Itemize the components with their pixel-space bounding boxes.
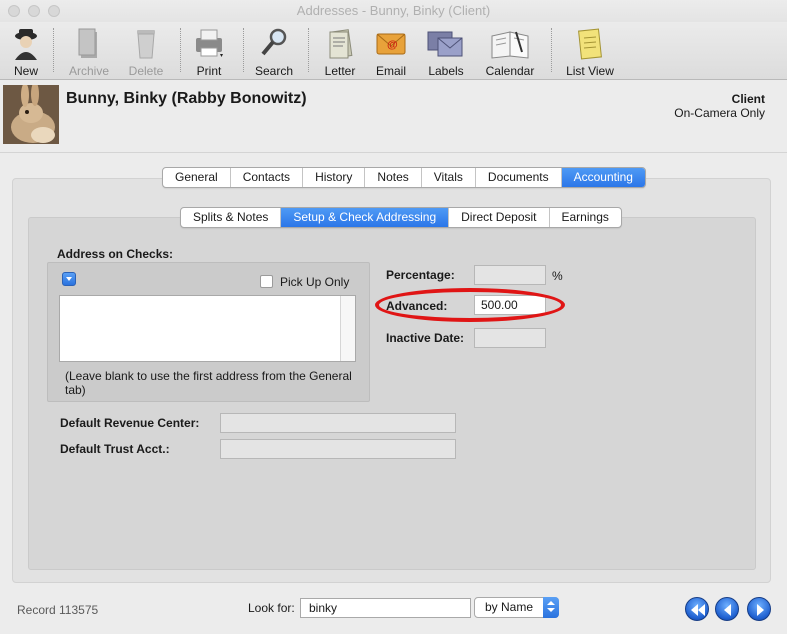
- search-by-value: by Name: [485, 600, 534, 614]
- look-for-input[interactable]: binky: [300, 598, 471, 618]
- first-record-button[interactable]: [685, 597, 709, 621]
- tab-history[interactable]: History: [303, 168, 366, 187]
- toolbar-separator: [180, 28, 181, 72]
- list-view-button[interactable]: List View: [565, 26, 615, 78]
- default-trust-acct-field[interactable]: [220, 439, 456, 459]
- look-for-label: Look for:: [248, 601, 295, 615]
- subtab-splits-notes[interactable]: Splits & Notes: [181, 208, 282, 227]
- title-bar: Addresses - Bunny, Binky (Client): [0, 0, 787, 22]
- default-revenue-center-field[interactable]: [220, 413, 456, 433]
- next-record-button[interactable]: [747, 597, 771, 621]
- tab-general[interactable]: General: [163, 168, 231, 187]
- next-icon: [757, 604, 764, 616]
- subtab-earnings[interactable]: Earnings: [550, 208, 621, 227]
- email-icon: @: [376, 33, 406, 55]
- select-arrows-icon: [543, 597, 559, 618]
- toolbar-separator: [53, 28, 54, 72]
- tab-notes[interactable]: Notes: [365, 168, 422, 187]
- letter-button[interactable]: Letter: [322, 26, 358, 78]
- tab-documents[interactable]: Documents: [476, 168, 562, 187]
- subtab-direct-deposit[interactable]: Direct Deposit: [449, 208, 550, 227]
- calendar-button[interactable]: Calendar: [485, 26, 535, 78]
- labels-button[interactable]: Labels: [424, 26, 468, 78]
- email-button[interactable]: @ Email: [372, 26, 410, 78]
- archive-button[interactable]: Archive: [68, 26, 110, 78]
- letter-icon: [329, 29, 353, 59]
- main-tab-bar: General Contacts History Notes Vitals Do…: [162, 167, 646, 188]
- red-annotation-ellipse: [375, 288, 565, 322]
- minimize-window-button[interactable]: [28, 5, 40, 17]
- tab-vitals[interactable]: Vitals: [422, 168, 476, 187]
- svg-text:@: @: [387, 39, 398, 51]
- delete-button[interactable]: Delete: [127, 26, 165, 78]
- record-number: Record 113575: [17, 603, 99, 617]
- inactive-date-field[interactable]: [474, 328, 546, 348]
- toolbar-separator: [243, 28, 244, 72]
- rabbit-photo-icon: [3, 85, 59, 144]
- previous-icon: [724, 604, 731, 616]
- close-window-button[interactable]: [8, 5, 20, 17]
- new-person-icon: [15, 29, 37, 60]
- magnifier-icon: [261, 28, 287, 56]
- default-trust-acct-label: Default Trust Acct.:: [60, 442, 170, 456]
- trash-icon: [137, 30, 155, 59]
- client-subtype: On-Camera Only: [674, 106, 765, 120]
- calendar-icon: [491, 31, 529, 59]
- search-by-select[interactable]: by Name: [474, 597, 559, 618]
- record-header: Bunny, Binky (Rabby Bonowitz) Client On-…: [0, 81, 787, 153]
- percent-sign: %: [552, 269, 563, 283]
- zoom-window-button[interactable]: [48, 5, 60, 17]
- previous-record-button[interactable]: [715, 597, 739, 621]
- pick-up-only-label: Pick Up Only: [280, 275, 350, 289]
- pick-up-only-checkbox[interactable]: [260, 275, 273, 288]
- address-popup-button[interactable]: [62, 272, 76, 286]
- printer-icon: [196, 29, 223, 57]
- client-photo[interactable]: [3, 85, 59, 144]
- percentage-label: Percentage:: [386, 268, 455, 282]
- address-scrollbar[interactable]: [340, 296, 355, 361]
- new-button[interactable]: New: [8, 26, 44, 78]
- address-on-checks-label: Address on Checks:: [57, 247, 174, 261]
- rewind-icon: [691, 604, 705, 616]
- archive-icon: [78, 28, 97, 58]
- client-type: Client: [731, 92, 765, 106]
- envelopes-icon: [427, 31, 463, 57]
- inactive-date-label: Inactive Date:: [386, 331, 465, 345]
- toolbar: New Archive Delete Print Search Letter @…: [0, 22, 787, 80]
- window-title: Addresses - Bunny, Binky (Client): [296, 3, 491, 18]
- client-name: Bunny, Binky (Rabby Bonowitz): [66, 90, 307, 107]
- sub-tab-bar: Splits & Notes Setup & Check Addressing …: [180, 207, 622, 228]
- notepad-icon: [578, 28, 602, 60]
- toolbar-separator: [308, 28, 309, 72]
- percentage-field[interactable]: [474, 265, 546, 285]
- subtab-setup-check-addressing[interactable]: Setup & Check Addressing: [281, 208, 450, 227]
- tab-accounting[interactable]: Accounting: [561, 168, 645, 187]
- toolbar-separator: [551, 28, 552, 72]
- tab-contacts[interactable]: Contacts: [231, 168, 304, 187]
- address-textarea[interactable]: [59, 295, 356, 362]
- address-hint: (Leave blank to use the first address fr…: [65, 369, 352, 397]
- default-revenue-center-label: Default Revenue Center:: [60, 416, 200, 430]
- search-button[interactable]: Search: [254, 26, 294, 78]
- print-button[interactable]: Print: [190, 26, 228, 78]
